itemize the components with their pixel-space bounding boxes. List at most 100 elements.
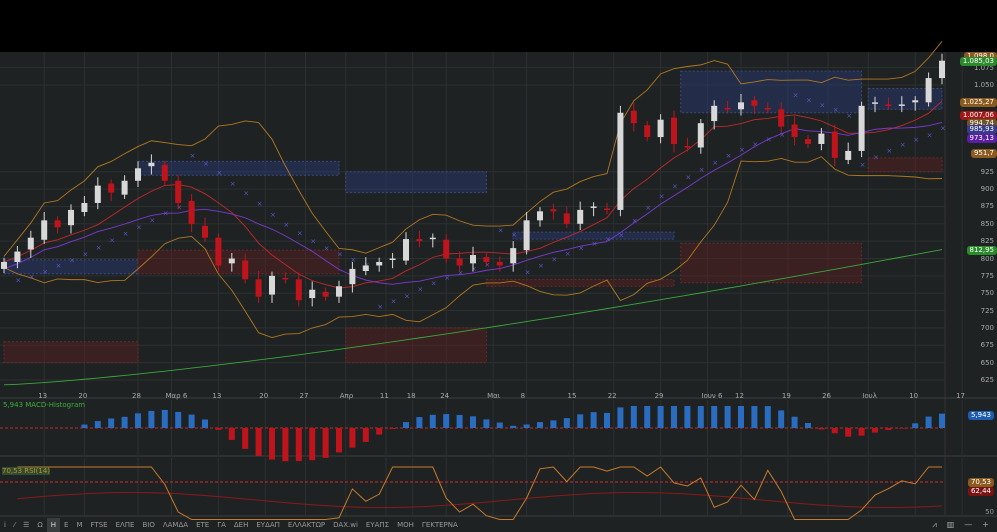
sar-point: × xyxy=(712,159,718,167)
toolbar-item[interactable]: DAX.wi xyxy=(329,518,362,532)
macd-bar xyxy=(94,421,101,428)
zoom-in-icon[interactable]: + xyxy=(982,518,989,532)
candle xyxy=(269,275,275,295)
candle xyxy=(27,237,34,250)
price-tag: 985,93 xyxy=(966,125,997,135)
y-tick-label: 750 xyxy=(980,289,994,298)
x-tick-label: 11 xyxy=(379,392,389,400)
rsi-level-50: 50 xyxy=(985,508,994,516)
y-tick-label: 1.050 xyxy=(973,81,994,89)
macd-bar xyxy=(349,428,356,448)
sar-point: × xyxy=(819,102,825,110)
price-tag: 973,13 xyxy=(966,134,997,144)
x-tick-label: Ιουν 6 xyxy=(701,392,723,400)
sar-point: × xyxy=(860,161,866,169)
toolbar-item[interactable]: ⁄ xyxy=(10,518,19,532)
macd-label: 5,943 MACD-Histogram xyxy=(3,401,86,409)
candle xyxy=(697,123,704,148)
y-tick-label: 650 xyxy=(980,358,994,367)
macd-bar xyxy=(684,406,691,428)
macd-bar xyxy=(657,406,664,428)
macd-bar xyxy=(322,428,329,458)
toolbar-item[interactable]: M xyxy=(72,518,86,532)
y-tick-label: 700 xyxy=(980,323,994,332)
sar-point: × xyxy=(431,280,437,288)
candle xyxy=(617,112,624,210)
price-chart[interactable]: × × × × × × × × × × × × × × × × × × × × × × × × × × × × × × × × × × × × × × × ×… xyxy=(0,0,997,532)
sar-point: × xyxy=(484,261,490,269)
sar-point: × xyxy=(833,106,839,114)
toolbar-item[interactable]: ΔΕΗ xyxy=(230,518,252,532)
toolbar-item[interactable]: ΓΕΚΤΕΡΝΑ xyxy=(418,518,462,532)
price-tag: 951,7 xyxy=(970,149,997,159)
candle xyxy=(751,100,758,106)
sar-point: × xyxy=(525,268,531,276)
candle xyxy=(630,110,637,124)
y-tick-label: 675 xyxy=(980,341,994,350)
x-tick-label: 19 xyxy=(781,392,791,400)
sar-point: × xyxy=(592,240,598,248)
sar-point: × xyxy=(257,200,263,208)
x-tick-label: 15 xyxy=(567,392,577,400)
candle xyxy=(778,109,785,127)
zoom-out-icon[interactable]: — xyxy=(964,518,972,532)
macd-bar xyxy=(523,424,530,428)
candle xyxy=(349,268,356,285)
candle xyxy=(738,102,744,110)
toolbar-item[interactable]: ΕΥΔΑΠ xyxy=(252,518,284,532)
sar-point: × xyxy=(109,237,115,245)
toolbar-item[interactable]: ΕΛΛΑΚΤΩΡ xyxy=(284,518,329,532)
toolbar-item[interactable]: ΕΛΠΕ xyxy=(112,518,139,532)
x-tick-label: 22 xyxy=(607,392,617,400)
toolbar-item[interactable]: ΓΑ xyxy=(213,518,230,532)
sar-point: × xyxy=(846,112,852,120)
toolbar-item[interactable]: ΒΙΟ xyxy=(138,518,158,532)
sar-point: × xyxy=(310,237,316,245)
macd-bar xyxy=(550,420,557,428)
toolbar-item[interactable]: ΜΟΗ xyxy=(393,518,418,532)
candle xyxy=(671,117,677,144)
toolbar-item[interactable]: ☰ xyxy=(19,518,33,532)
macd-bar xyxy=(885,428,892,431)
bar-chart-icon[interactable]: ▥ xyxy=(947,518,955,532)
toolbar-item[interactable]: ΕΥΑΠΣ xyxy=(362,518,393,532)
candle xyxy=(416,239,423,242)
candle xyxy=(228,258,235,264)
chart-type-icon[interactable]: ⩘ xyxy=(932,518,937,532)
sar-point: × xyxy=(69,256,75,264)
candle xyxy=(831,131,838,158)
macd-bar xyxy=(429,414,436,428)
macd-bar xyxy=(577,414,584,428)
candle xyxy=(362,265,369,271)
toolbar-item[interactable]: H xyxy=(46,518,61,532)
toolbar-item[interactable]: ΕΤΕ xyxy=(192,518,213,532)
candle xyxy=(657,119,664,138)
y-tick-label: 925 xyxy=(980,167,994,176)
sar-point: × xyxy=(444,274,450,282)
sar-point: × xyxy=(297,229,303,237)
macd-bar xyxy=(630,406,637,428)
candle xyxy=(456,258,463,266)
macd-bar xyxy=(805,422,811,428)
macd-bar xyxy=(295,428,302,462)
macd-bar xyxy=(483,419,490,428)
toolbar-item[interactable]: E xyxy=(60,518,72,532)
macd-bar xyxy=(282,428,289,462)
sar-point: × xyxy=(913,136,919,144)
x-tick-label: 29 xyxy=(654,392,664,400)
sar-point: × xyxy=(578,245,584,253)
candle xyxy=(403,239,409,261)
candle xyxy=(563,213,570,224)
sar-point: × xyxy=(699,166,705,174)
sar-point: × xyxy=(243,190,249,198)
candle xyxy=(1,261,7,269)
toolbar-item[interactable]: Ω xyxy=(33,518,46,532)
toolbar-item[interactable]: FTSE xyxy=(87,518,112,532)
candle xyxy=(537,211,543,221)
toolbar-item[interactable]: ΛΑΜΔΑ xyxy=(159,518,192,532)
macd-bar xyxy=(269,428,275,460)
y-tick-label: 800 xyxy=(980,254,994,263)
x-tick-label: 27 xyxy=(299,392,309,400)
toolbar-item[interactable]: i xyxy=(0,518,10,532)
macd-bar xyxy=(456,415,463,428)
